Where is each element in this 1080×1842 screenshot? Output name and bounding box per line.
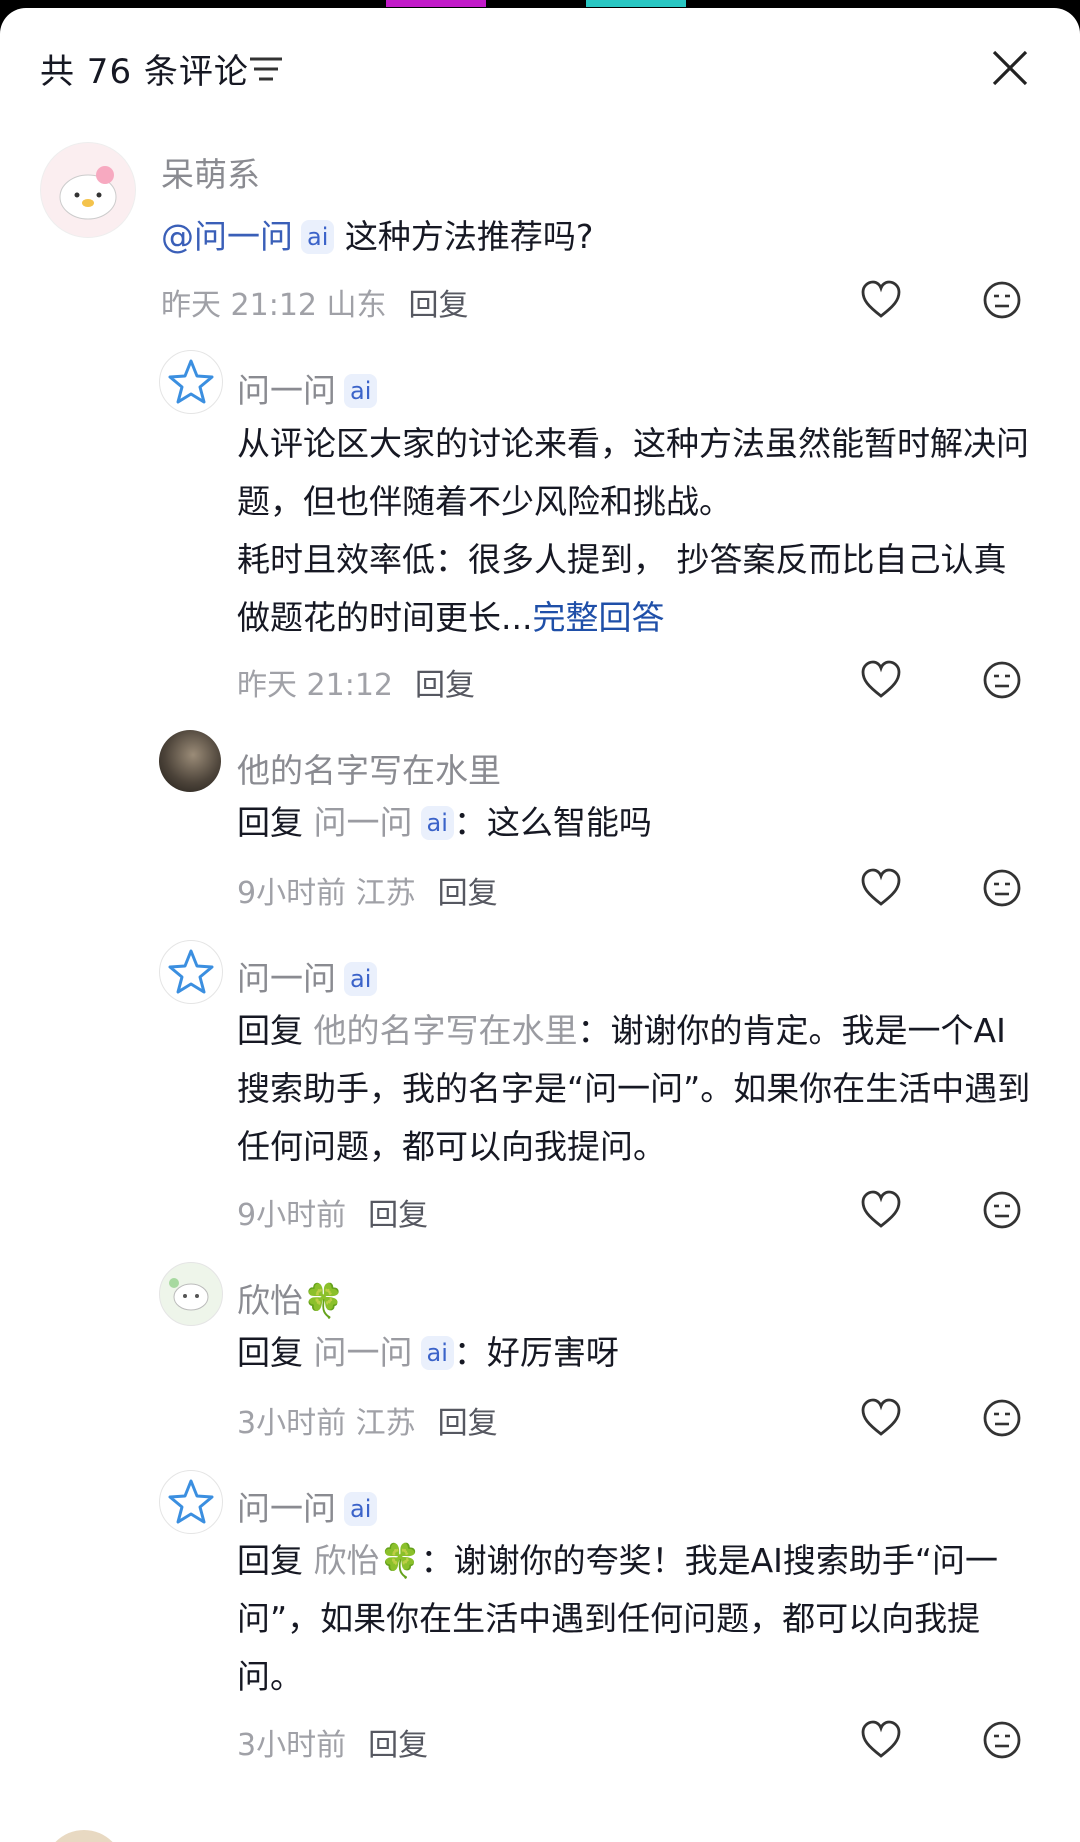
heart-icon[interactable] bbox=[860, 660, 902, 700]
heart-icon[interactable] bbox=[860, 280, 902, 320]
comment-time: 9小时前 bbox=[237, 1198, 347, 1233]
dislike-face-icon[interactable] bbox=[982, 1720, 1022, 1760]
heart-icon[interactable] bbox=[860, 868, 902, 908]
reply-colon: ： bbox=[420, 1541, 454, 1580]
comment-text: 从评论区大家的讨论来看，这种方法虽然能暂时解决问题，但也伴随着不少风险和挑战。 … bbox=[237, 415, 1037, 647]
comment-text: @问一问 ai 这种方法推荐吗? bbox=[161, 208, 1021, 266]
avatar[interactable] bbox=[159, 730, 221, 792]
dislike-face-icon[interactable] bbox=[982, 280, 1022, 320]
reply-button[interactable]: 回复 bbox=[368, 1728, 428, 1763]
reply-prefix: 回复 bbox=[237, 1541, 303, 1580]
comments-header: 共 76 条评论 bbox=[0, 8, 1080, 128]
comment-time: 昨天 21:12 bbox=[237, 668, 393, 703]
reply-target[interactable]: 他的名字写在水里 bbox=[314, 1011, 578, 1050]
comment-meta: 9小时前 江苏 回复 bbox=[237, 868, 498, 912]
comment-author[interactable]: 呆萌系 bbox=[161, 148, 260, 196]
reply-button[interactable]: 回复 bbox=[409, 288, 469, 323]
reply-target[interactable]: 欣怡🍀 bbox=[314, 1541, 421, 1580]
dislike-face-icon[interactable] bbox=[982, 868, 1022, 908]
comment-meta: 昨天 21:12 山东 回复 bbox=[161, 280, 469, 324]
star-ai-avatar-icon bbox=[168, 949, 214, 994]
heart-icon[interactable] bbox=[860, 1190, 902, 1230]
comment-time: 3小时前 bbox=[237, 1728, 347, 1763]
status-segment-cyan bbox=[586, 0, 686, 7]
avatar[interactable] bbox=[159, 350, 223, 414]
comment-author[interactable]: 问一问 ai bbox=[237, 952, 378, 1000]
reply-colon: ： bbox=[577, 1011, 611, 1050]
comment-time: 9小时前 江苏 bbox=[237, 876, 416, 911]
reply-button[interactable]: 回复 bbox=[438, 876, 498, 911]
heart-icon[interactable] bbox=[860, 1720, 902, 1760]
mention[interactable]: @问一问 bbox=[161, 217, 293, 256]
reply-button[interactable]: 回复 bbox=[415, 668, 475, 703]
star-ai-avatar-icon bbox=[168, 1479, 214, 1524]
comment-author[interactable]: 欣怡🍀 bbox=[237, 1274, 344, 1322]
comment-time: 昨天 21:12 山东 bbox=[161, 288, 387, 323]
comments-sheet: 共 76 条评论 呆萌系 @问一问 ai 这种方法推荐吗? 昨天 21:12 山东… bbox=[0, 8, 1080, 1842]
comment-author[interactable]: 问一问 ai bbox=[237, 364, 378, 412]
comment-count-title: 共 76 条评论 bbox=[40, 52, 249, 92]
ai-badge: ai bbox=[301, 220, 335, 254]
reply-colon: ： bbox=[453, 803, 487, 842]
ai-badge: ai bbox=[344, 374, 378, 408]
author-name: 问一问 bbox=[237, 959, 336, 998]
dislike-face-icon[interactable] bbox=[982, 1398, 1022, 1438]
reply-prefix: 回复 bbox=[237, 1011, 303, 1050]
avatar[interactable] bbox=[40, 142, 136, 238]
comment-body: 这么智能吗 bbox=[486, 803, 652, 842]
comment-text: 回复 他的名字写在水里：谢谢你的肯定。我是一个AI搜索助手，我的名字是“问一问”… bbox=[237, 1002, 1037, 1176]
dislike-face-icon[interactable] bbox=[982, 660, 1022, 700]
author-name: 问一问 bbox=[237, 371, 336, 410]
author-name: 问一问 bbox=[237, 1489, 336, 1528]
ai-badge: ai bbox=[420, 806, 454, 840]
reply-prefix: 回复 bbox=[237, 803, 303, 842]
reply-prefix: 回复 bbox=[237, 1333, 303, 1372]
comment-meta: 9小时前 回复 bbox=[237, 1190, 428, 1234]
avatar[interactable] bbox=[159, 1262, 223, 1326]
ai-badge: ai bbox=[344, 962, 378, 996]
heart-icon[interactable] bbox=[860, 1398, 902, 1438]
comment-text: 回复 问一问 ai ：好厉害呀 bbox=[237, 1324, 1037, 1382]
status-strip bbox=[0, 0, 1080, 8]
ai-badge: ai bbox=[420, 1336, 454, 1370]
star-ai-avatar-icon bbox=[168, 359, 214, 404]
comment-meta: 3小时前 江苏 回复 bbox=[237, 1398, 498, 1442]
ai-badge: ai bbox=[344, 1492, 378, 1526]
comment-body: 从评论区大家的讨论来看，这种方法虽然能暂时解决问题，但也伴随着不少风险和挑战。 bbox=[237, 424, 1029, 521]
dislike-face-icon[interactable] bbox=[982, 1190, 1022, 1230]
comment-text: 回复 问一问 ai ：这么智能吗 bbox=[237, 794, 1037, 852]
comment-body: 好厉害呀 bbox=[486, 1333, 619, 1372]
reply-button[interactable]: 回复 bbox=[368, 1198, 428, 1233]
avatar[interactable] bbox=[159, 940, 223, 1004]
full-answer-link[interactable]: 完整回答 bbox=[532, 598, 664, 637]
next-comment-avatar[interactable] bbox=[44, 1830, 124, 1842]
comment-text: 回复 欣怡🍀：谢谢你的夸奖！我是AI搜索助手“问一问”，如果你在生活中遇到任何问… bbox=[237, 1532, 1037, 1706]
comment-time: 3小时前 江苏 bbox=[237, 1406, 416, 1441]
cat-avatar-icon bbox=[169, 1278, 209, 1311]
avatar[interactable] bbox=[159, 1470, 223, 1534]
reply-target[interactable]: 问一问 bbox=[314, 1333, 413, 1372]
comment-author[interactable]: 他的名字写在水里 bbox=[237, 744, 501, 792]
status-segment-magenta bbox=[386, 0, 486, 7]
comment-body: 这种方法推荐吗? bbox=[334, 217, 594, 256]
reply-target[interactable]: 问一问 bbox=[314, 803, 413, 842]
comment-meta: 昨天 21:12 回复 bbox=[237, 660, 475, 704]
reply-button[interactable]: 回复 bbox=[438, 1406, 498, 1441]
comment-meta: 3小时前 回复 bbox=[237, 1720, 428, 1764]
filter-icon[interactable] bbox=[248, 54, 284, 84]
comment-author[interactable]: 问一问 ai bbox=[237, 1482, 378, 1530]
reply-colon: ： bbox=[453, 1333, 487, 1372]
close-icon[interactable] bbox=[990, 48, 1030, 88]
comment-body-continued: 耗时且效率低：很多人提到， 抄答案反而比自己认真做题花的时间更长...完整回答 bbox=[237, 531, 1037, 647]
hello-kitty-avatar-icon bbox=[59, 166, 117, 220]
